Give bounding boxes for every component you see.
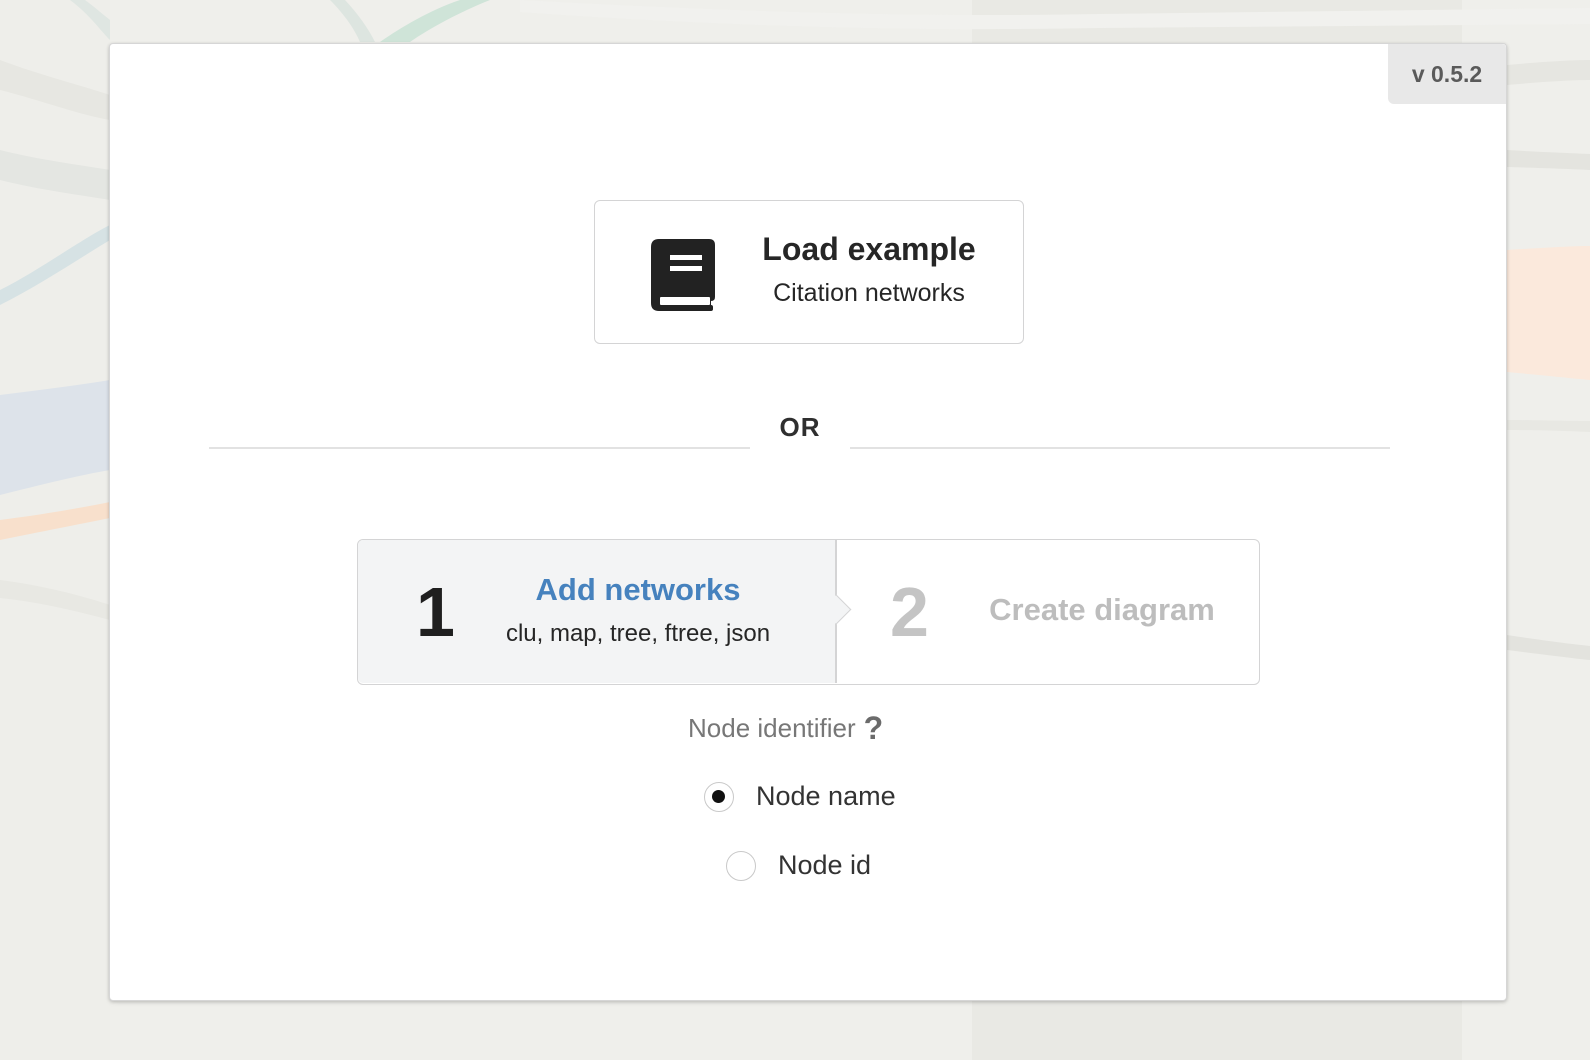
- welcome-modal: v 0.5.2 Load example Citation networks O…: [109, 43, 1507, 1001]
- radio-button[interactable]: [726, 850, 756, 881]
- step-title: Add networks: [535, 572, 741, 607]
- steps-group: 1 Add networks clu, map, tree, ftree, js…: [357, 539, 1260, 685]
- node-identifier-label: Node identifier ?: [688, 710, 883, 747]
- or-divider: OR: [779, 412, 821, 442]
- divider-line-left: [209, 447, 750, 449]
- radio-button[interactable]: [704, 781, 734, 812]
- radio-node-name[interactable]: Node name: [704, 781, 896, 812]
- step-number: 1: [416, 573, 455, 651]
- book-icon: [651, 239, 715, 311]
- step-description: clu, map, tree, ftree, json: [505, 620, 771, 647]
- load-example-title: Load example: [762, 231, 976, 267]
- step-number: 2: [890, 573, 929, 651]
- node-identifier-text: Node identifier: [688, 713, 856, 743]
- radio-label: Node name: [756, 781, 896, 811]
- question-mark-icon[interactable]: ?: [864, 710, 884, 747]
- divider-line-right: [850, 447, 1390, 449]
- step-create-diagram: 2 Create diagram: [837, 540, 1259, 683]
- radio-label: Node id: [778, 850, 872, 880]
- radio-node-id[interactable]: Node id: [726, 850, 871, 881]
- load-example-subtitle: Citation networks: [773, 279, 965, 307]
- version-badge: v 0.5.2: [1388, 44, 1506, 104]
- load-example-button[interactable]: Load example Citation networks: [594, 200, 1024, 344]
- step-add-networks[interactable]: 1 Add networks clu, map, tree, ftree, js…: [358, 540, 835, 683]
- step-title: Create diagram: [989, 592, 1215, 627]
